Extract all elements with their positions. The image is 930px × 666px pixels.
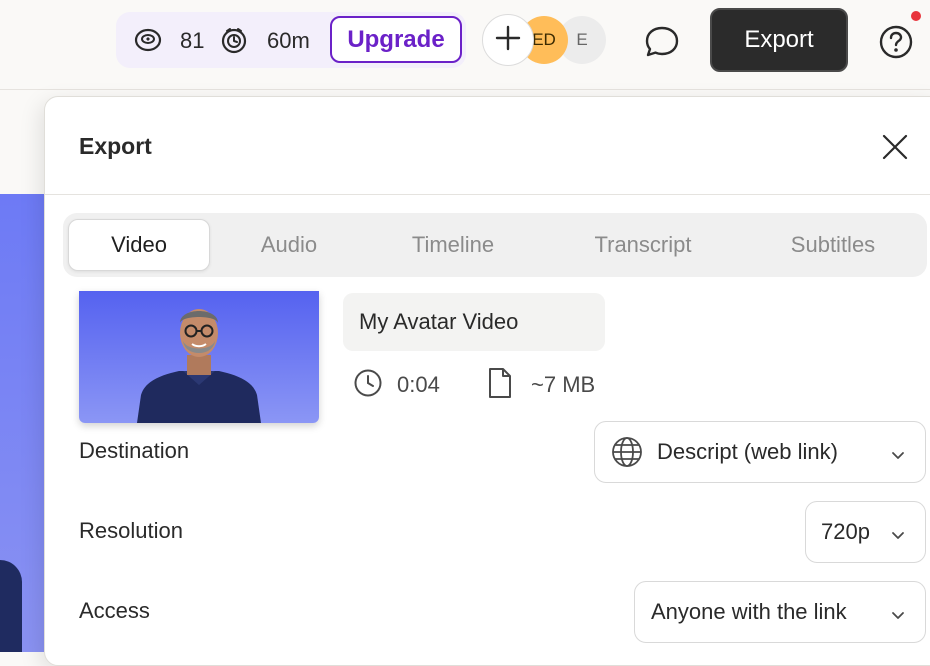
size-value: ~7 MB — [531, 372, 596, 397]
close-button[interactable] — [879, 131, 911, 163]
export-type-tabs: Video Audio Timeline Transcript Subtitle… — [63, 213, 927, 277]
tab-transcript[interactable]: Transcript — [553, 219, 733, 271]
comment-icon — [640, 26, 684, 68]
dialog-title: Export — [79, 133, 152, 159]
clock-icon — [353, 368, 383, 403]
top-bar: 81 60m Upgrade ED E Export — [0, 0, 930, 90]
tab-subtitles[interactable]: Subtitles — [753, 219, 913, 271]
usage-indicator: 81 60m Upgrade — [116, 12, 466, 68]
access-label: Access — [79, 598, 150, 623]
timer-icon — [220, 26, 248, 54]
upgrade-button[interactable]: Upgrade — [330, 16, 462, 63]
resolution-value: 720p — [821, 519, 870, 544]
help-button[interactable] — [874, 20, 918, 64]
credits-value: 81 — [180, 28, 205, 53]
chevron-down-icon — [889, 524, 907, 542]
comments-button[interactable] — [640, 20, 684, 64]
file-icon — [487, 367, 513, 404]
video-thumbnail — [79, 291, 319, 423]
divider — [45, 194, 930, 195]
duration-info: 0:04 — [353, 367, 440, 403]
destination-value: Descript (web link) — [657, 439, 838, 464]
access-value: Anyone with the link — [651, 599, 847, 624]
tab-video[interactable]: Video — [68, 219, 210, 271]
chevron-down-icon — [889, 604, 907, 622]
destination-select[interactable]: Descript (web link) — [594, 421, 926, 483]
export-dialog: Export Video Audio Timeline Transcript S… — [44, 96, 930, 666]
chevron-down-icon — [889, 444, 907, 462]
tab-audio[interactable]: Audio — [218, 219, 360, 271]
notification-badge — [911, 11, 921, 21]
time-value: 60m — [267, 28, 310, 53]
help-icon — [874, 25, 918, 68]
add-collaborator-button[interactable] — [482, 14, 534, 66]
duration-value: 0:04 — [397, 372, 440, 397]
resolution-label: Resolution — [79, 518, 183, 543]
export-button[interactable]: Export — [710, 8, 848, 72]
size-info: ~7 MB — [487, 367, 595, 403]
resolution-select[interactable]: 720p — [805, 501, 926, 563]
destination-label: Destination — [79, 438, 190, 463]
tab-timeline[interactable]: Timeline — [373, 219, 533, 271]
globe-icon — [611, 436, 643, 474]
canvas-avatar-figure — [0, 560, 22, 652]
video-title-field[interactable]: My Avatar Video — [343, 293, 605, 351]
plus-icon — [495, 25, 521, 56]
close-icon — [879, 134, 911, 167]
coins-icon — [134, 26, 162, 54]
access-select[interactable]: Anyone with the link — [634, 581, 926, 643]
